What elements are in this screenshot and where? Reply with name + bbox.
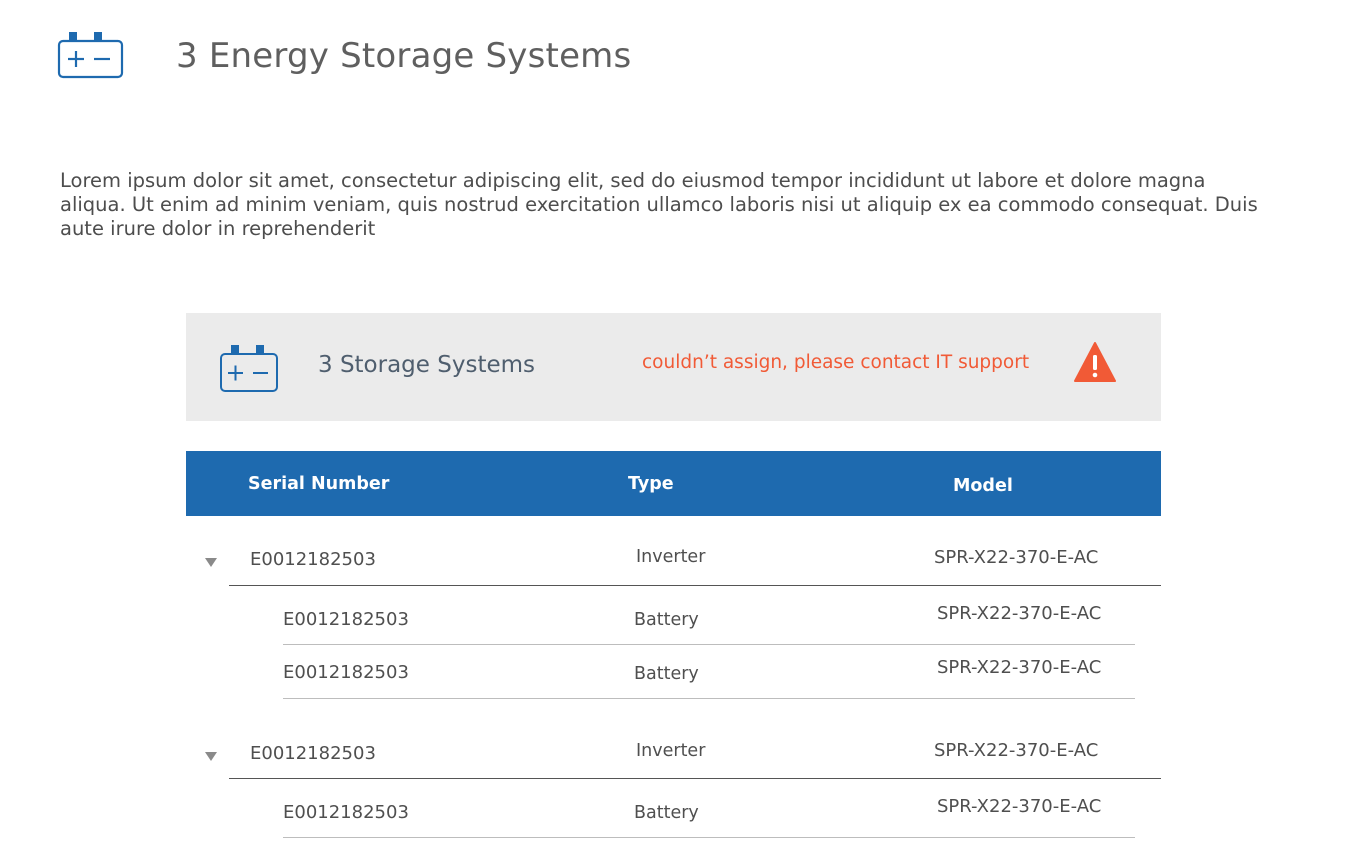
parent-model: SPR-X22-370-E-AC bbox=[934, 547, 1099, 568]
column-header-serial[interactable]: Serial Number bbox=[248, 474, 389, 494]
collapse-caret-icon[interactable] bbox=[205, 752, 217, 761]
child-model: SPR-X22-370-E-AC bbox=[937, 796, 1102, 817]
child-model: SPR-X22-370-E-AC bbox=[937, 657, 1102, 678]
parent-type: Inverter bbox=[636, 741, 706, 761]
child-type: Battery bbox=[634, 610, 699, 630]
child-serial[interactable]: E0012182503 bbox=[283, 802, 409, 823]
column-header-model[interactable]: Model bbox=[953, 476, 1013, 496]
row-divider bbox=[229, 778, 1161, 779]
row-divider bbox=[283, 644, 1135, 645]
parent-type: Inverter bbox=[636, 547, 706, 567]
parent-serial[interactable]: E0012182503 bbox=[250, 549, 376, 570]
row-divider bbox=[283, 837, 1135, 838]
battery-icon bbox=[219, 344, 279, 393]
parent-model: SPR-X22-370-E-AC bbox=[934, 740, 1099, 761]
warning-icon bbox=[1074, 341, 1116, 383]
collapse-caret-icon[interactable] bbox=[205, 558, 217, 567]
parent-serial[interactable]: E0012182503 bbox=[250, 743, 376, 764]
battery-icon bbox=[57, 31, 124, 80]
child-type: Battery bbox=[634, 803, 699, 823]
child-model: SPR-X22-370-E-AC bbox=[937, 603, 1102, 624]
row-divider bbox=[283, 698, 1135, 699]
child-serial[interactable]: E0012182503 bbox=[283, 662, 409, 683]
intro-paragraph: Lorem ipsum dolor sit amet, consectetur … bbox=[60, 169, 1258, 240]
child-serial[interactable]: E0012182503 bbox=[283, 609, 409, 630]
error-message: couldn’t assign, please contact IT suppo… bbox=[642, 352, 1030, 373]
child-type: Battery bbox=[634, 664, 699, 684]
row-divider bbox=[229, 585, 1161, 586]
panel-title: 3 Storage Systems bbox=[318, 352, 535, 378]
page-title: 3 Energy Storage Systems bbox=[176, 36, 632, 76]
column-header-type[interactable]: Type bbox=[628, 474, 674, 494]
